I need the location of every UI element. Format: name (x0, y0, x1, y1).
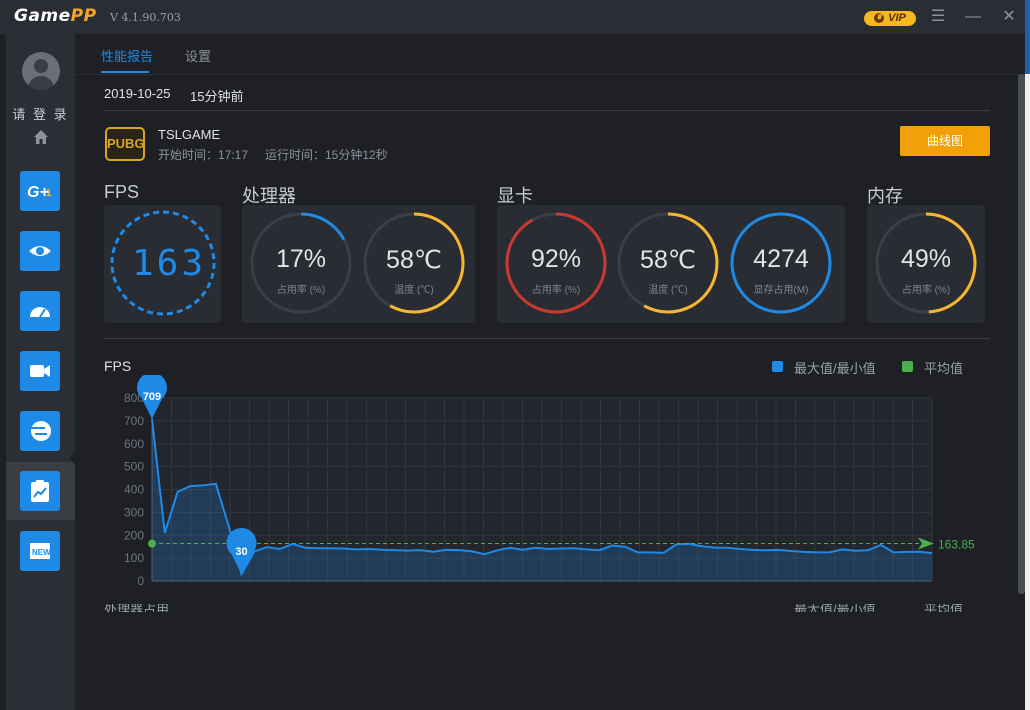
gpu-usage-label: 占用率 (%) (531, 285, 581, 296)
divider (104, 338, 990, 339)
fps-card: 163 (104, 205, 221, 323)
recording-button[interactable] (20, 351, 60, 391)
game-name: TSLGAME (158, 127, 221, 142)
cpu-usage-label: 占用率 (%) (276, 285, 326, 296)
y-tick-label: 300 (124, 505, 144, 519)
fps-chart: 0100200300400500600700800163.8570930 (124, 375, 975, 588)
news-icon: NEW (30, 543, 51, 559)
next-section-header: 处理器占用 最大值/最小值 平均值 (104, 604, 1004, 612)
monitor-button[interactable] (20, 231, 60, 271)
close-icon[interactable]: ✕ (1000, 8, 1018, 26)
title-bar: GamePP V 4.1.90.703 ♛ VIP ☰ — ✕ (0, 0, 1030, 34)
curve-chart-button[interactable]: 曲线图 (900, 126, 990, 156)
sidebar: 请 登 录 G+ 1 NEW (6, 34, 75, 710)
speedometer-icon (30, 307, 50, 318)
fps-value: 163 (132, 243, 207, 284)
cpu-usage-value: 17% (275, 245, 327, 273)
y-tick-label: 100 (124, 551, 144, 565)
y-tick-label: 700 (124, 414, 144, 428)
gpu-temperature-label: 温度 (℃) (648, 285, 688, 296)
content-bottom (75, 612, 1025, 704)
run-time: 运行时间：15分钟12秒 (265, 148, 388, 162)
background-window-edge (1025, 0, 1030, 74)
cpu-temperature-value: 58℃ (386, 246, 442, 274)
tab-performance-report[interactable]: 性能报告 (101, 46, 153, 65)
app-window: GamePP V 4.1.90.703 ♛ VIP ☰ — ✕ 请 登 录 G+ 1 (0, 0, 1030, 710)
accelerator-button[interactable] (20, 411, 60, 451)
y-tick-label: 400 (124, 483, 144, 497)
speed-test-button[interactable] (20, 291, 60, 331)
gplus-icon: G+1 (27, 184, 52, 201)
y-tick-label: 0 (137, 574, 144, 588)
tab-underline (101, 71, 149, 73)
background-window-edge (1025, 74, 1030, 710)
max-value-label: 709 (143, 391, 161, 403)
app-logo: GamePP (14, 6, 97, 26)
fps-chart-title: FPS (104, 358, 132, 374)
scrollbar[interactable] (1018, 74, 1025, 594)
minimize-icon[interactable]: — (964, 8, 982, 26)
fps-section-title: FPS (104, 182, 140, 202)
crown-icon: ♛ (874, 13, 885, 24)
eye-icon (29, 246, 51, 256)
video-camera-icon (30, 365, 50, 377)
report-date: 2019-10-25 (104, 86, 171, 101)
memory-usage-label: 占用率 (%) (901, 285, 951, 296)
y-tick-label: 600 (124, 437, 144, 451)
login-link[interactable]: 请 登 录 (6, 104, 75, 123)
version-label: V 4.1.90.703 (110, 11, 181, 24)
home-icon[interactable] (32, 128, 50, 146)
svg-text:1: 1 (46, 188, 52, 199)
gplus-boost-button[interactable]: G+ 1 (20, 171, 60, 211)
gpu-usage-value: 92% (530, 245, 582, 273)
report-age: 15分钟前 (190, 89, 244, 104)
next-legend-maxmin: 最大值/最小值 (794, 604, 876, 612)
divider (104, 110, 990, 111)
tab-bar: 性能报告 设置 (75, 34, 1025, 75)
accelerate-icon (31, 421, 51, 441)
menu-icon[interactable]: ☰ (929, 8, 947, 26)
avatar[interactable] (22, 52, 60, 90)
legend-maxmin-swatch (772, 361, 783, 372)
next-legend-avg: 平均值 (924, 604, 964, 612)
game-logo: PUBG (105, 127, 145, 161)
clipboard-chart-icon (31, 480, 49, 502)
average-start-dot (148, 539, 156, 548)
average-value-label: 163.85 (938, 538, 975, 552)
memory-usage-value: 49% (900, 245, 952, 273)
legend-avg-swatch (902, 361, 913, 372)
y-tick-label: 500 (124, 460, 144, 474)
tab-settings[interactable]: 设置 (185, 46, 211, 65)
min-value-label: 30 (235, 546, 247, 558)
vip-badge[interactable]: ♛ VIP (864, 11, 916, 26)
news-button[interactable]: NEW (20, 531, 60, 571)
svg-text:NEW: NEW (32, 548, 51, 557)
performance-report-button[interactable] (20, 471, 60, 511)
gpu-memory-label: 显存占用(M) (753, 285, 809, 296)
start-time: 开始时间：17:17 (158, 148, 249, 162)
gpu-memory-value: 4274 (753, 245, 809, 273)
gpu-temperature-value: 58℃ (640, 246, 696, 274)
y-tick-label: 200 (124, 528, 144, 542)
next-section-title: 处理器占用 (104, 604, 170, 612)
nav-pointer (69, 450, 76, 466)
cpu-temperature-label: 温度 (℃) (394, 285, 434, 296)
